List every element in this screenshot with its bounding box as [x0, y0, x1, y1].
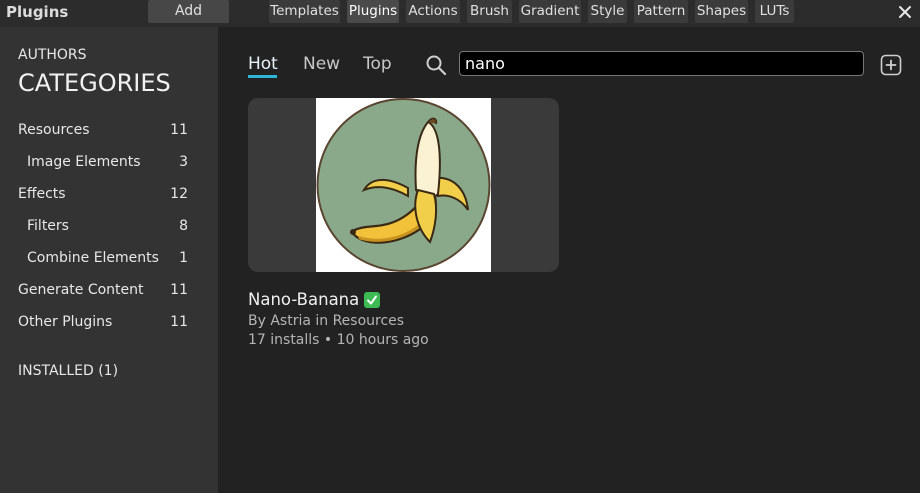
- sidebar-item-filters[interactable]: Filters 8: [18, 218, 190, 240]
- plugin-meta: 17 installs • 10 hours ago: [248, 332, 429, 348]
- sidebar-item-label: Combine Elements: [27, 250, 159, 266]
- sidebar-item-label: Image Elements: [27, 154, 141, 170]
- sidebar-item-count: 1: [179, 250, 188, 266]
- sidebar-item-label: Other Plugins: [18, 314, 113, 330]
- active-tab-indicator: [248, 75, 277, 78]
- sidebar-categories-title: CATEGORIES: [18, 69, 171, 97]
- sidebar-item-other-plugins[interactable]: Other Plugins 11: [18, 314, 190, 336]
- tab-luts[interactable]: LUTs: [755, 0, 794, 23]
- check-badge-icon: [364, 291, 381, 308]
- sidebar: AUTHORS CATEGORIES Resources 11 Image El…: [0, 27, 218, 493]
- sidebar-item-count: 11: [170, 314, 188, 330]
- sidebar-item-count: 12: [170, 186, 188, 202]
- plugin-author: By Astria in Resources: [248, 313, 405, 329]
- plugin-card[interactable]: [248, 98, 559, 272]
- sidebar-item-label: Filters: [27, 218, 69, 234]
- search-icon[interactable]: [425, 54, 447, 76]
- top-bar: Plugins Add Plugins Templates Plugins Ac…: [0, 0, 920, 42]
- tab-style[interactable]: Style: [588, 0, 627, 23]
- add-plugins-button[interactable]: Add Plugins: [148, 0, 229, 42]
- plugin-title-row[interactable]: Nano-Banana: [248, 290, 381, 309]
- sidebar-item-count: 11: [170, 282, 188, 298]
- sidebar-item-generate-content[interactable]: Generate Content 11: [18, 282, 190, 304]
- tab-brush[interactable]: Brush: [467, 0, 512, 23]
- tab-gradient[interactable]: Gradient: [519, 0, 581, 23]
- tab-top[interactable]: Top: [363, 54, 392, 74]
- sidebar-item-count: 3: [179, 154, 188, 170]
- plugin-title[interactable]: Nano-Banana: [248, 290, 359, 309]
- tab-new[interactable]: New: [303, 54, 340, 74]
- sidebar-item-label: Resources: [18, 122, 90, 138]
- tab-templates[interactable]: Templates: [269, 0, 340, 23]
- sidebar-authors[interactable]: AUTHORS: [18, 47, 87, 63]
- sidebar-item-combine-elements[interactable]: Combine Elements 1: [18, 250, 190, 272]
- sidebar-item-image-elements[interactable]: Image Elements 3: [18, 154, 190, 176]
- tab-shapes[interactable]: Shapes: [695, 0, 748, 23]
- sidebar-item-count: 11: [170, 122, 188, 138]
- sidebar-item-count: 8: [179, 218, 188, 234]
- close-icon[interactable]: [895, 1, 915, 23]
- sidebar-item-effects[interactable]: Effects 12: [18, 186, 190, 208]
- sidebar-item-label: Generate Content: [18, 282, 144, 298]
- app-title: Plugins: [6, 3, 69, 21]
- search-input[interactable]: [459, 51, 864, 76]
- tab-pattern[interactable]: Pattern: [634, 0, 688, 23]
- sidebar-item-label: Effects: [18, 186, 66, 202]
- sidebar-item-resources[interactable]: Resources 11: [18, 122, 190, 144]
- tab-actions[interactable]: Actions: [406, 0, 460, 23]
- banana-icon: [316, 98, 491, 272]
- tab-plugins[interactable]: Plugins: [347, 0, 399, 23]
- plus-square-icon[interactable]: [880, 54, 902, 76]
- sidebar-installed[interactable]: INSTALLED (1): [18, 363, 118, 379]
- plugin-thumbnail: [316, 98, 491, 272]
- tab-hot[interactable]: Hot: [248, 54, 278, 74]
